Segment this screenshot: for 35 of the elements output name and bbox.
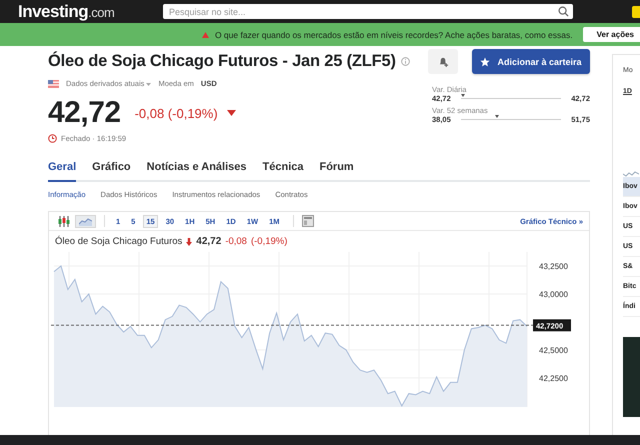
chart-change: -0,08 (225, 236, 247, 247)
alert-button[interactable] (428, 49, 458, 74)
price-change: -0,08 (-0,19%) (134, 106, 218, 120)
triangle-up-icon (202, 32, 209, 38)
promo-text: O que fazer quando os mercados estão em níveis recordes? Ache ações baratas, como essas. (214, 30, 573, 40)
nav-tab[interactable]: Notícias e Análises (146, 161, 247, 182)
down-triangle-icon (226, 110, 236, 116)
nav-tab[interactable]: Geral (48, 161, 76, 182)
area-chart-icon[interactable] (75, 214, 96, 228)
axis-label: 43,2500 (539, 262, 568, 271)
nav-tab[interactable]: Técnica (262, 161, 304, 182)
site-logo[interactable]: Investing.com (18, 2, 163, 22)
sparkline-drawing (623, 171, 639, 177)
add-to-portfolio-button[interactable]: Adicionar à carteira (472, 49, 590, 74)
search-field[interactable]: Pesquisar no site... (163, 4, 573, 19)
axis-label: 42,5000 (539, 346, 568, 355)
caret-icon (146, 83, 152, 86)
nav-tab[interactable]: Fórum (319, 161, 354, 182)
nav-tab[interactable]: Gráfico (92, 161, 131, 182)
price-value: 42,72 (48, 96, 121, 130)
down-arrow-icon (186, 238, 192, 246)
star-icon (480, 56, 490, 66)
axis-label: 43,0000 (539, 290, 568, 299)
instrument-title: Óleo de Soja Chicago Futuros - Jan 25 (ZLF5) (48, 52, 396, 71)
axis-label: 42,2500 (539, 374, 568, 383)
search-icon[interactable] (558, 6, 569, 17)
table-icon[interactable] (302, 215, 314, 227)
clock-icon (48, 134, 57, 143)
chart-title: Óleo de Soja Chicago Futuros (55, 236, 182, 247)
signup-button[interactable] (632, 6, 640, 18)
flag-icon (48, 80, 59, 88)
chart-price: 42,72 (196, 236, 222, 247)
bell-plus-icon (438, 56, 448, 67)
chart-change-percent: (-0,19%) (250, 236, 288, 247)
promo-button[interactable]: Ver ações (582, 27, 640, 42)
